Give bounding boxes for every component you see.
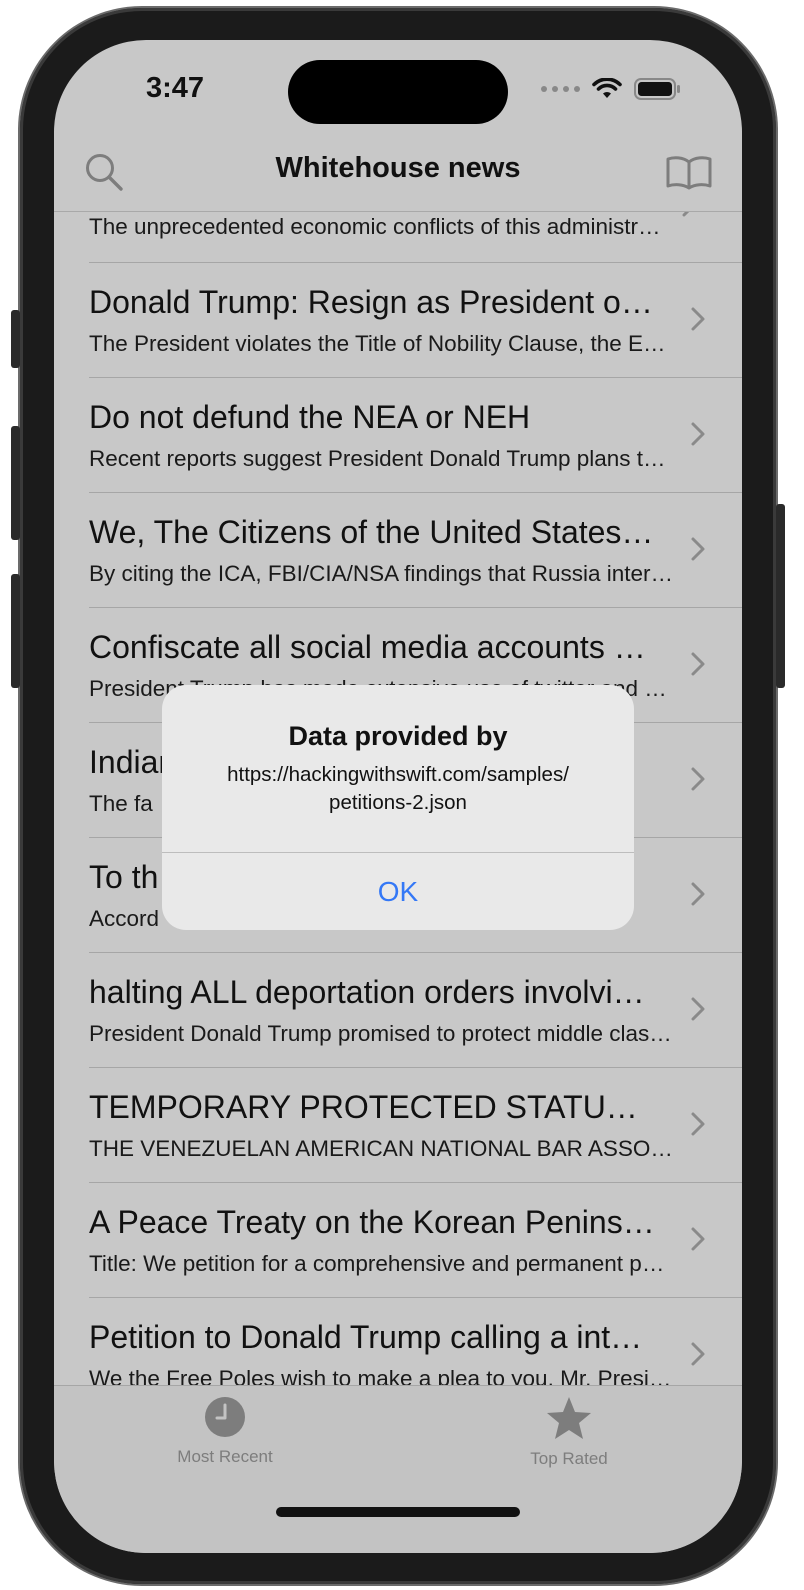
chevron-right-icon bbox=[691, 537, 705, 561]
screen: 3:47 Whitehouse news The unprecedented e… bbox=[54, 40, 742, 1553]
volume-down-button bbox=[11, 574, 20, 688]
list-item[interactable]: TEMPORARY PROTECTED STATUS FOR VENEZUELA… bbox=[89, 1067, 742, 1182]
list-item[interactable]: Petition to Donald Trump calling a inter… bbox=[89, 1297, 742, 1387]
navigation-bar: Whitehouse news bbox=[54, 140, 742, 212]
row-divider bbox=[89, 1182, 742, 1183]
list-item-subtitle: By citing the ICA, FBI/CIA/NSA findings … bbox=[89, 561, 674, 586]
list-item-subtitle: Recent reports suggest President Donald … bbox=[89, 446, 674, 471]
ok-button[interactable]: OK bbox=[162, 853, 634, 930]
star-icon bbox=[547, 1397, 591, 1439]
row-divider bbox=[89, 492, 742, 493]
list-item-title: We, The Citizens of the United States of… bbox=[89, 514, 659, 550]
status-icons bbox=[541, 78, 682, 100]
alert-title: Data provided by bbox=[288, 721, 508, 751]
chevron-right-icon bbox=[691, 1342, 705, 1366]
chevron-right-icon bbox=[691, 767, 705, 791]
page-title: Whitehouse news bbox=[275, 152, 521, 184]
chevron-right-icon bbox=[691, 1112, 705, 1136]
tab-top-rated[interactable]: Top Rated bbox=[489, 1396, 649, 1469]
tab-label: Most Recent bbox=[177, 1447, 273, 1466]
row-divider bbox=[89, 377, 742, 378]
chevron-right-icon bbox=[691, 422, 705, 446]
tab-most-recent[interactable]: Most Recent bbox=[145, 1396, 305, 1467]
row-divider bbox=[89, 952, 742, 953]
list-item[interactable]: halting ALL deportation orders involving… bbox=[89, 952, 742, 1067]
signal-dots-icon bbox=[541, 86, 580, 92]
alert-message-line: https://hackingwithswift.com/samples/ bbox=[227, 763, 569, 786]
chevron-right-icon bbox=[682, 212, 690, 217]
status-time: 3:47 bbox=[146, 72, 205, 104]
alert-message: https://hackingwithswift.com/samples/ pe… bbox=[178, 761, 618, 817]
chevron-right-icon bbox=[691, 882, 705, 906]
list-item-subtitle: THE VENEZUELAN AMERICAN NATIONAL BAR ASS… bbox=[89, 1136, 674, 1161]
wifi-icon bbox=[592, 78, 622, 98]
list-item-title: Donald Trump: Resign as President of the… bbox=[89, 284, 659, 320]
dynamic-island bbox=[288, 60, 508, 124]
list-item-subtitle: The President violates the Title of Nobi… bbox=[89, 331, 674, 356]
list-item-title: TEMPORARY PROTECTED STATUS FOR VENEZUELA… bbox=[89, 1089, 659, 1125]
volume-up-button bbox=[11, 426, 20, 540]
list-item-title: halting ALL deportation orders involving… bbox=[89, 974, 659, 1010]
battery-icon bbox=[634, 78, 680, 100]
alert-dialog: Data provided by https://hackingwithswif… bbox=[162, 685, 634, 930]
chevron-right-icon bbox=[691, 307, 705, 331]
list-item-subtitle: Title: We petition for a comprehensive a… bbox=[89, 1251, 674, 1276]
list-item[interactable]: Do not defund the NEA or NEH Recent repo… bbox=[89, 377, 742, 492]
list-item-title: A Peace Treaty on the Korean Peninsula bbox=[89, 1204, 659, 1240]
row-divider bbox=[89, 1297, 742, 1298]
list-item-subtitle: The unprecedented economic conflicts of … bbox=[89, 214, 669, 239]
list-item[interactable]: We, The Citizens of the United States of… bbox=[89, 492, 742, 607]
home-indicator[interactable] bbox=[276, 1507, 520, 1517]
list-item-subtitle: We the Free Poles wish to make a plea to… bbox=[89, 1366, 674, 1387]
chevron-right-icon bbox=[691, 652, 705, 676]
tab-label: Top Rated bbox=[530, 1449, 608, 1468]
list-item-title: Petition to Donald Trump calling a inter… bbox=[89, 1319, 659, 1355]
list-item-title: Confiscate all social media accounts of … bbox=[89, 629, 659, 665]
list-item[interactable]: A Peace Treaty on the Korean Peninsula T… bbox=[89, 1182, 742, 1297]
book-icon[interactable] bbox=[666, 154, 712, 195]
alert-message-line: petitions-2.json bbox=[329, 791, 467, 814]
row-divider bbox=[89, 1067, 742, 1068]
list-item[interactable]: Donald Trump: Resign as President of the… bbox=[89, 262, 742, 377]
row-divider bbox=[89, 262, 742, 263]
power-button bbox=[776, 504, 785, 688]
clock-icon bbox=[205, 1397, 245, 1437]
action-button bbox=[11, 310, 20, 368]
list-item[interactable]: The unprecedented economic conflicts of … bbox=[89, 212, 742, 262]
row-divider bbox=[89, 607, 742, 608]
tab-bar: Most Recent Top Rated bbox=[54, 1385, 742, 1553]
chevron-right-icon bbox=[691, 1227, 705, 1251]
list-item-title: Do not defund the NEA or NEH bbox=[89, 399, 531, 435]
list-item-subtitle: President Donald Trump promised to prote… bbox=[89, 1021, 674, 1046]
chevron-right-icon bbox=[691, 997, 705, 1021]
